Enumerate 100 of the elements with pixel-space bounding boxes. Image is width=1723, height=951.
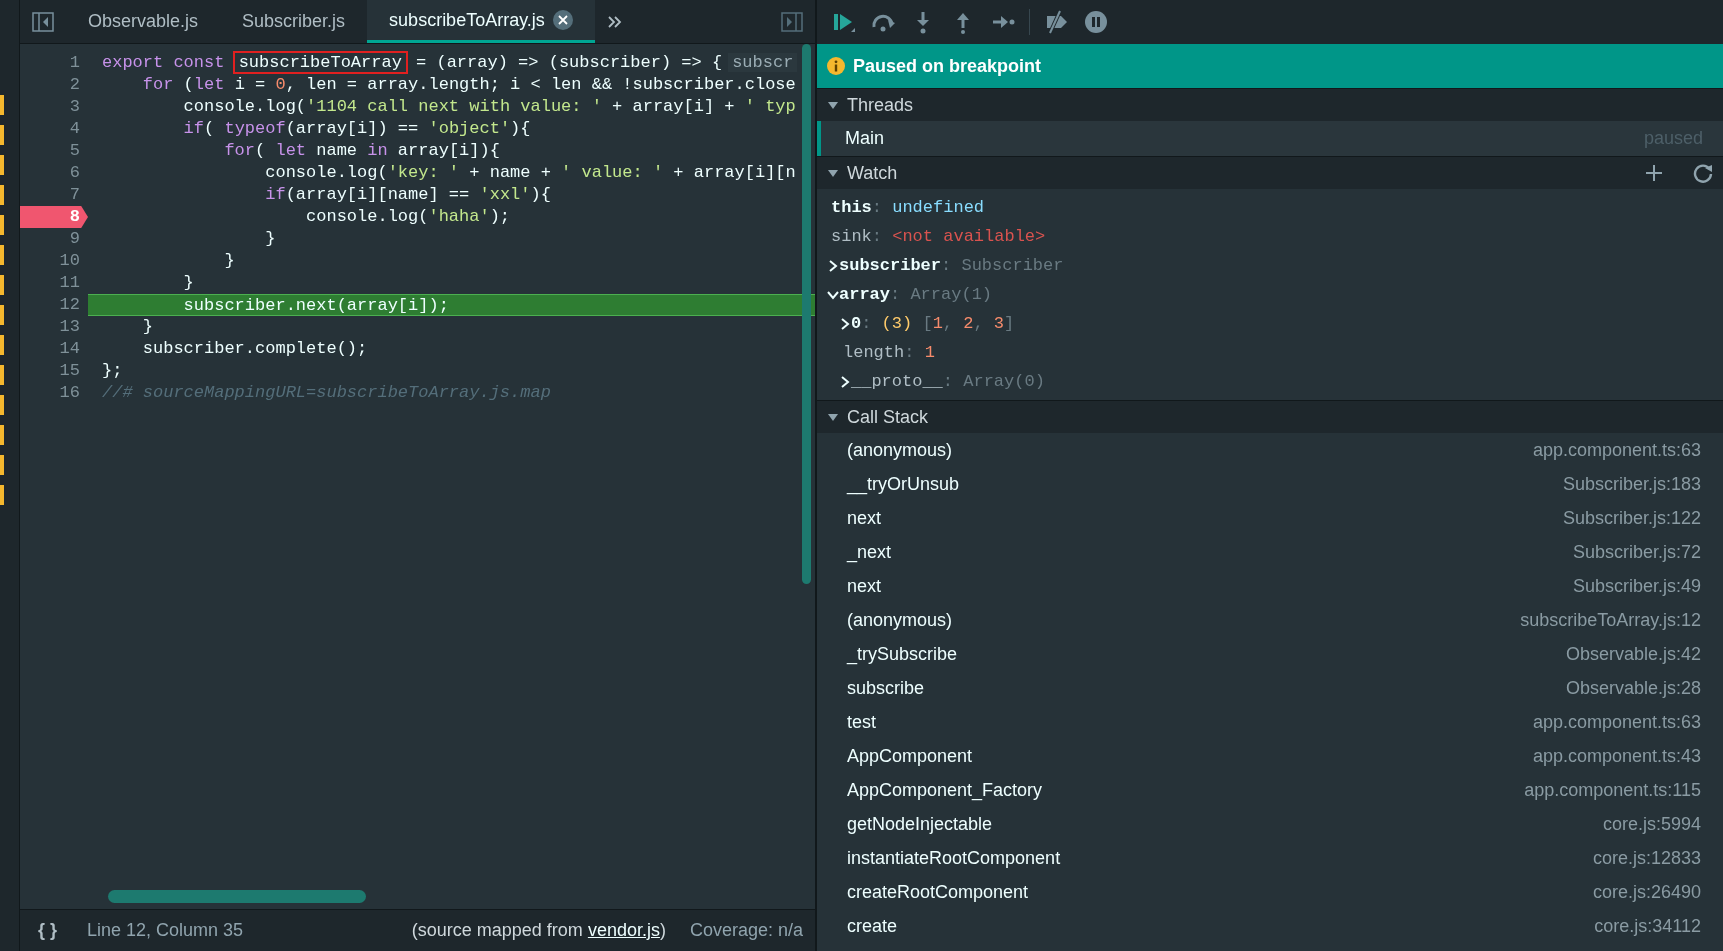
source-location[interactable]: Subscriber.js:183 — [1562, 470, 1701, 498]
chevron-icon[interactable] — [839, 374, 851, 389]
section-header[interactable]: Watch — [817, 156, 1723, 189]
function-name[interactable]: _trySubscribe — [847, 640, 958, 668]
file-tab[interactable]: Observable.js — [66, 0, 221, 43]
code-line: }; — [101, 360, 123, 382]
source-location[interactable]: core.js:12833 — [1592, 844, 1701, 872]
function-name[interactable]: AppComponent — [847, 742, 973, 770]
watch-entry[interactable]: length: 1 — [843, 339, 935, 366]
function-name[interactable]: test — [847, 708, 876, 736]
source-location[interactable]: core.js:5994 — [1602, 810, 1701, 838]
section-title: Watch — [847, 161, 898, 185]
source-location[interactable]: subscribeToArray.js:12 — [1520, 606, 1701, 634]
line-number: 15 — [58, 360, 81, 382]
triangle-icon[interactable] — [827, 411, 839, 423]
function-name[interactable]: create — [847, 912, 898, 940]
sidebar-toggle-icon[interactable] — [781, 11, 803, 32]
close-icon[interactable] — [557, 15, 568, 25]
function-name[interactable]: (anonymous) — [847, 606, 953, 634]
line-number: 11 — [58, 272, 81, 294]
function-name[interactable]: (anonymous) — [847, 436, 953, 464]
code-line: } — [141, 316, 153, 338]
code-line: console.log('1104 call next with value: ' + array[i] + ' typ — [182, 96, 796, 118]
function-name[interactable]: createRootComponent — [847, 878, 1029, 906]
watch-entry[interactable]: sink: <not available> — [831, 223, 1046, 250]
pause-icon[interactable] — [1084, 10, 1108, 34]
source-location[interactable]: Subscriber.js:122 — [1562, 504, 1701, 532]
watch-entry[interactable]: subscriber: Subscriber — [839, 252, 1064, 279]
thread-name: Main — [845, 127, 884, 150]
sidebar-toggle-icon[interactable] — [32, 11, 54, 32]
source-location[interactable]: app.component.ts:63 — [1532, 436, 1701, 464]
source-location[interactable]: core.js:26490 — [1592, 878, 1701, 906]
source-location[interactable]: Observable.js:28 — [1565, 674, 1701, 702]
code-line: if(array[i][name] == 'xxl'){ — [264, 184, 551, 206]
horizontal-scrollbar[interactable] — [108, 890, 366, 903]
add-icon[interactable] — [1645, 164, 1663, 182]
coverage-label: Coverage: n/a — [689, 919, 803, 942]
function-name[interactable]: subscribe — [847, 674, 925, 702]
code-line: } — [264, 228, 276, 250]
code-line: subscriber.complete(); — [141, 338, 368, 360]
code-line: console.log('key: ' + name + ' value: ' + array[i][n — [264, 162, 796, 184]
refresh-icon[interactable] — [1693, 163, 1713, 183]
line-number: 16 — [58, 382, 81, 404]
more-tabs-icon[interactable] — [606, 14, 623, 29]
source-location[interactable]: Subscriber.js:49 — [1572, 572, 1701, 600]
function-name[interactable]: _next — [847, 538, 892, 566]
line-number: 3 — [68, 96, 81, 118]
source-map-note: (source mapped from vendor.js) — [411, 919, 666, 942]
section-title: Call Stack — [847, 405, 929, 429]
line-number: 9 — [68, 228, 81, 250]
watch-entry[interactable]: array: Array(1) — [839, 281, 993, 308]
format-button[interactable]: { } — [32, 917, 63, 944]
section-header[interactable]: Threads — [817, 88, 1723, 121]
source-location[interactable]: app.component.ts:115 — [1524, 776, 1701, 804]
line-number: 1 — [68, 52, 81, 74]
function-name[interactable]: __tryOrUnsub — [847, 470, 960, 498]
cursor-position: Line 12, Column 35 — [87, 919, 244, 942]
chevron-icon[interactable] — [839, 316, 851, 331]
code-line: } — [223, 250, 235, 272]
triangle-icon[interactable] — [827, 99, 839, 111]
watch-entry[interactable]: 0: (3) [1, 2, 3] — [851, 310, 1015, 337]
source-map-link[interactable]: vendor.js — [587, 920, 660, 940]
triangle-icon[interactable] — [827, 167, 839, 179]
code-line: if( typeof(array[i]) == 'object'){ — [182, 118, 531, 140]
code-line: } — [182, 272, 194, 294]
function-name[interactable]: getNodeInjectable — [847, 810, 993, 838]
code-line: export const subscribeToArray = (array) => (subscriber) => { subscr — [88, 52, 798, 74]
line-number: 12 — [58, 294, 81, 316]
watch-entry[interactable]: this: undefined — [831, 194, 985, 221]
line-number: 7 — [68, 184, 81, 206]
line-number: 13 — [58, 316, 81, 338]
file-tab[interactable]: Subscriber.js — [220, 0, 368, 43]
source-location[interactable]: app.component.ts:63 — [1532, 708, 1701, 736]
line-number: 10 — [58, 250, 81, 272]
chevron-icon[interactable] — [827, 258, 839, 273]
line-number: 5 — [68, 140, 81, 162]
code-line: console.log('haha'); — [305, 206, 511, 228]
line-number: 6 — [68, 162, 81, 184]
function-name[interactable]: next — [847, 572, 882, 600]
source-location[interactable]: core.js:34112 — [1594, 912, 1701, 940]
code-line: //# sourceMappingURL=subscribeToArray.js.map — [101, 382, 551, 404]
code-line: for (let i = 0, len = array.length; i < len && !subscriber.close — [141, 74, 796, 96]
line-number: 4 — [68, 118, 81, 140]
banner-text: Paused on breakpoint — [853, 54, 1042, 78]
vertical-scrollbar[interactable] — [802, 44, 811, 584]
source-location[interactable]: Observable.js:42 — [1565, 640, 1701, 668]
line-number: 2 — [68, 74, 81, 96]
info-icon — [827, 57, 845, 75]
source-location[interactable]: app.component.ts:43 — [1532, 742, 1701, 770]
function-name[interactable]: instantiateRootComponent — [847, 844, 1061, 872]
close-tab-button[interactable] — [552, 10, 573, 30]
deactivate-breakpoints-icon[interactable] — [1044, 10, 1068, 34]
section-title: Threads — [847, 93, 914, 117]
function-name[interactable]: next — [847, 504, 882, 532]
source-location[interactable]: Subscriber.js:72 — [1572, 538, 1701, 566]
function-name[interactable]: AppComponent_Factory — [847, 776, 1043, 804]
file-tab[interactable]: subscribeToArray.js — [367, 0, 595, 43]
code-line: for( let name in array[i]){ — [223, 140, 500, 162]
watch-entry[interactable]: __proto__: Array(0) — [851, 368, 1045, 395]
section-header[interactable]: Call Stack — [817, 400, 1723, 433]
